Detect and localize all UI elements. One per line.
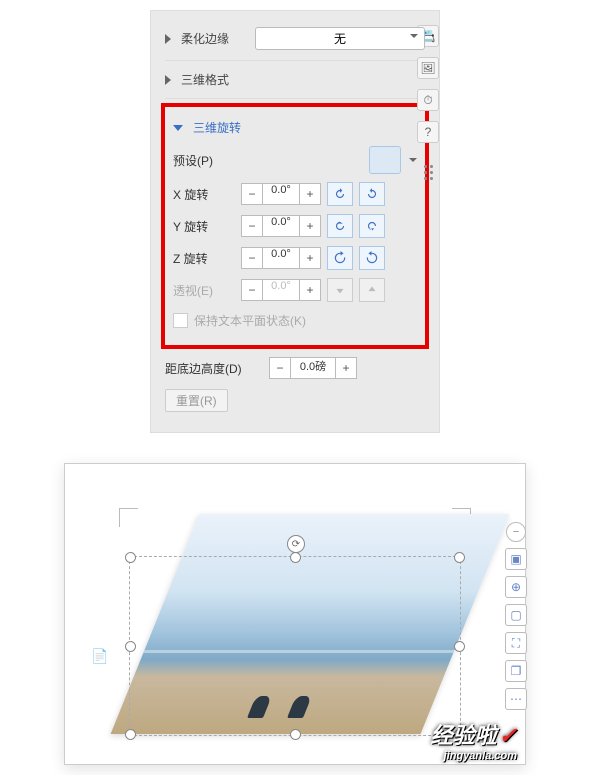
resize-handle-ml[interactable] [125,641,136,652]
y-rotation-input[interactable]: 0.0° [263,215,299,237]
y-plus-button[interactable]: + [299,215,321,237]
distance-label: 距底边高度(D) [165,360,265,377]
tab-clock-icon[interactable]: ⏱ [417,89,439,111]
section-3d-format[interactable]: 三维格式 [165,65,425,94]
section-soft-edges[interactable]: 柔化边缘 无 [165,21,425,56]
perspective-up-button [359,278,385,302]
chevron-right-icon [165,75,171,85]
document-canvas: 📄 ⟳ − ▣ ⊕ ▢ ⛶ ❐ ⋯ 经验啦✓ jingyanla.com [64,463,526,765]
resize-handle-mr[interactable] [454,641,465,652]
chevron-down-icon [173,125,183,131]
x-rotate-left-button[interactable] [327,182,353,206]
chevron-right-icon [165,34,171,44]
duplicate-button[interactable]: ❐ [505,660,527,682]
soft-edges-label: 柔化边缘 [181,30,229,47]
z-plus-button[interactable]: + [299,247,321,269]
z-rotate-cw-button[interactable] [359,246,385,270]
crop-button[interactable]: ▢ [505,604,527,626]
preset-picker[interactable] [369,146,401,174]
section-3d-rotation[interactable]: 三维旋转 [173,113,417,142]
preset-label: 预设(P) [173,152,237,169]
resize-handle-tm[interactable] [290,552,301,563]
tab-picture-icon[interactable]: 🖼 [417,57,439,79]
watermark: 经验啦✓ jingyanla.com [431,718,517,762]
threeD-format-label: 三维格式 [181,71,229,88]
reset-button[interactable]: 重置(R) [165,389,228,412]
perspective-input: 0.0° [263,279,299,301]
z-rotation-input[interactable]: 0.0° [263,247,299,269]
distance-row: 距底边高度(D) − 0.0磅 + [165,353,425,383]
z-rotation-row: Z 旋转 − 0.0° + [173,242,417,274]
x-rotation-input[interactable]: 0.0° [263,183,299,205]
distance-plus-button[interactable]: + [335,357,357,379]
more-button[interactable]: ⋯ [505,688,527,710]
perspective-label: 透视(E) [173,282,237,299]
perspective-row: 透视(E) − 0.0° + [173,274,417,306]
x-rotate-right-button[interactable] [359,182,385,206]
y-rotation-label: Y 旋转 [173,218,237,235]
resize-handle-tl[interactable] [125,552,136,563]
z-rotate-ccw-button[interactable] [327,246,353,270]
drag-handle-icon[interactable] [424,165,433,180]
tab-help-icon[interactable]: ? [417,121,439,143]
z-rotation-label: Z 旋转 [173,250,237,267]
keep-text-flat-label: 保持文本平面状态(K) [194,312,306,329]
distance-minus-button[interactable]: − [269,357,291,379]
selection-bounds[interactable]: ⟳ [129,556,461,736]
distance-input[interactable]: 0.0磅 [291,357,335,379]
preset-row: 预设(P) [173,142,417,178]
select-button[interactable]: ⛶ [505,632,527,654]
keep-text-flat-row: 保持文本平面状态(K) [173,306,417,335]
z-minus-button[interactable]: − [241,247,263,269]
y-rotate-up-button[interactable] [327,214,353,238]
y-rotate-down-button[interactable] [359,214,385,238]
x-rotation-row: X 旋转 − 0.0° + [173,178,417,210]
y-rotation-row: Y 旋转 − 0.0° + [173,210,417,242]
y-minus-button[interactable]: − [241,215,263,237]
zoom-out-button[interactable]: − [506,522,526,542]
highlight-rect: 三维旋转 预设(P) X 旋转 − 0.0° + Y 旋转 [161,103,429,349]
x-rotation-label: X 旋转 [173,186,237,203]
x-plus-button[interactable]: + [299,183,321,205]
watermark-url: jingyanla.com [431,750,517,762]
keep-text-flat-checkbox [173,313,188,328]
soft-edges-value: 无 [334,32,346,46]
perspective-minus-button: − [241,279,263,301]
x-minus-button[interactable]: − [241,183,263,205]
fit-button[interactable]: ▣ [505,548,527,570]
checkmark-icon: ✓ [499,723,517,748]
perspective-down-button [327,278,353,302]
resize-handle-tr[interactable] [454,552,465,563]
soft-edges-dropdown[interactable]: 无 [255,27,425,50]
zoom-button[interactable]: ⊕ [505,576,527,598]
format-panel: 📇 🖼 ⏱ ? 柔化边缘 无 三维格式 三维旋转 预设(P) [150,10,440,433]
threeD-rotate-label: 三维旋转 [193,119,241,136]
rotate-handle-icon[interactable]: ⟳ [287,535,305,553]
canvas-tool-column: − ▣ ⊕ ▢ ⛶ ❐ ⋯ [503,522,529,710]
chevron-down-icon [410,34,418,38]
perspective-plus-button: + [299,279,321,301]
watermark-text: 经验啦 [431,723,497,748]
document-icon[interactable]: 📄 [91,648,108,665]
